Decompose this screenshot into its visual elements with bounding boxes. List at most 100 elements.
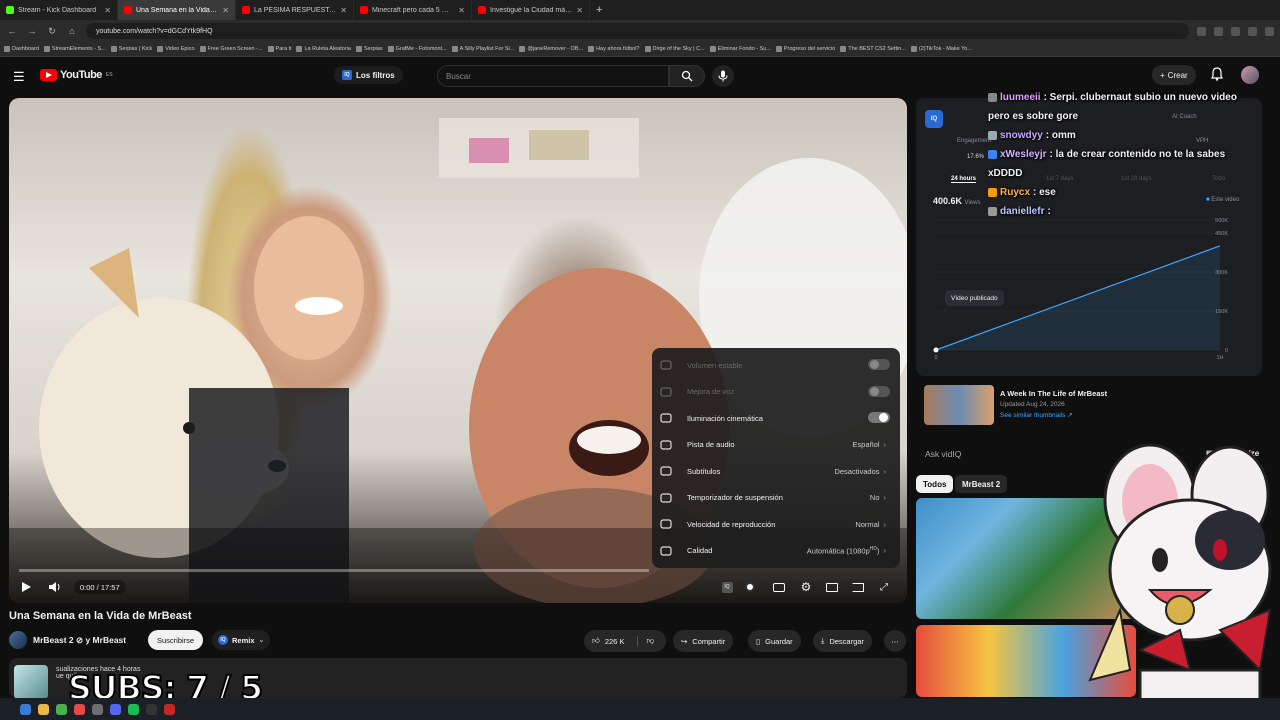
reload-icon[interactable]: ↻ [46,26,58,37]
bookmark-item[interactable]: @janeRemover - OB... [519,46,583,52]
vidiq-player-button[interactable]: IQ [720,580,734,594]
close-icon[interactable]: ✕ [340,6,347,15]
bookmark-favicon [43,46,50,52]
remix-button[interactable]: IQ Remix ⌄ [212,630,271,650]
menu-hamburger-icon[interactable]: ☰ [13,69,25,85]
download-button[interactable]: ⤓ Descargar [813,630,872,652]
vidiq-logo[interactable]: IQ [925,110,943,128]
profile-icon[interactable] [1248,26,1257,36]
browser-tab[interactable]: Minecraft pero cada 5 minutos ✕ [354,0,472,20]
play-button[interactable] [18,579,34,595]
browser-tab[interactable]: La PÉSIMA RESPUESTA de JWU ✕ [236,0,354,20]
app-icon[interactable] [92,703,103,715]
spotify-icon[interactable] [128,703,139,715]
settings-row[interactable]: Pista de audio Español › [652,433,900,457]
create-button[interactable]: + Crear [1152,65,1196,85]
forward-icon[interactable]: → [26,26,38,36]
chat-username: xWesleyjr [1000,149,1047,160]
bookmark-item[interactable]: Serpias [355,46,383,52]
filters-button[interactable]: IQ Los filtros [334,66,403,84]
settings-row[interactable]: Velocidad de reproducción Normal › [652,512,900,536]
progress-bar[interactable] [19,569,649,572]
bookmark-star-icon[interactable] [1231,26,1240,36]
account-avatar[interactable] [1241,66,1259,84]
subscribe-button[interactable]: Suscribirse [148,630,204,650]
extension-icon[interactable] [1214,26,1223,36]
settings-row[interactable]: Temporizador de suspensión No › [652,486,900,510]
start-icon[interactable] [20,703,31,715]
thumbs-down-icon[interactable]: 👎︎ [637,636,654,646]
close-icon[interactable]: ✕ [458,6,465,15]
fullscreen-button[interactable]: ⤢ [877,580,891,594]
settings-row[interactable]: Volumen estable [652,353,900,377]
browser-tab[interactable]: Una Semana en la Vida de MrBeast ✕ [118,0,236,20]
close-icon[interactable]: ✕ [104,6,111,15]
settings-row[interactable]: Mejora de voz [652,380,900,404]
notifications-bell-icon[interactable] [1211,67,1223,81]
bookmark-item[interactable]: Free Green Screen -... [199,46,263,52]
settings-row[interactable]: Calidad Automática (1080pHD) › [652,539,900,563]
youtube-logo[interactable]: YouTube ES [40,69,113,81]
browser-tab[interactable]: Stream - Kick Dashboard ✕ [0,0,118,20]
autoplay-toggle[interactable] [743,580,757,594]
bookmark-item[interactable]: Eliminar Fondo - Su... [709,46,771,52]
chrome-icon[interactable] [56,703,67,715]
settings-toggle[interactable] [868,385,890,397]
cast-button[interactable] [851,580,865,594]
settings-toggle[interactable] [868,412,890,423]
channel-name[interactable]: MrBeast 2 ⊘ y MrBeast [33,635,126,646]
back-icon[interactable]: ← [6,26,18,36]
close-icon[interactable]: ✕ [222,6,229,15]
file-explorer-icon[interactable] [38,703,49,715]
url-field[interactable]: youtube.com/watch?v=dGCdYtk9fHQ [86,23,1189,39]
engagement-tab[interactable]: Engagement [957,138,991,144]
browser-tab[interactable]: Investigué la Ciudad más Obes ✕ [472,0,590,20]
bookmark-item[interactable]: Dirge of the Sky | C... [644,46,705,52]
settings-row[interactable]: Subtítulos Desactivados › [652,459,900,483]
chip-todos[interactable]: Todos [916,475,954,493]
menu-dots-icon[interactable] [1265,26,1274,36]
obs-icon[interactable] [146,703,157,715]
bookmark-item[interactable]: Serpias | Kick [110,46,152,52]
settings-row[interactable]: Iluminación cinemática [652,406,900,430]
share-button[interactable]: ↪ Compartir [673,630,734,652]
home-icon[interactable]: ⌂ [66,26,78,36]
subtitles-button[interactable] [772,580,786,594]
search-button[interactable] [669,65,705,87]
bookmark-item[interactable]: La Ruleta Aleatoria [296,46,351,52]
settings-toggle[interactable] [868,359,890,370]
settings-button[interactable]: ⚙ [799,580,813,594]
range-24h-tab[interactable]: 24 hours [951,176,977,183]
recommended-title[interactable]: A Week In The Life of MrBeast [1000,389,1107,398]
channel-avatar[interactable] [9,631,27,649]
bookmark-item[interactable]: (2)TikTok - Make Yo... [910,46,972,52]
extension-icon[interactable] [1197,26,1206,36]
search-input[interactable]: Buscar [437,65,669,87]
app-icon[interactable] [164,703,175,715]
discord-icon[interactable] [110,703,121,715]
chip-mrbeast2[interactable]: MrBeast 2 [955,475,1008,493]
bookmark-item[interactable]: GrafMe - Fotomont... [387,46,447,52]
voice-search-button[interactable] [712,65,734,87]
bookmark-item[interactable]: StreamElements - S... [43,46,106,52]
published-marker: Vídeo publicado [945,290,1004,306]
bookmark-item[interactable]: Video Epico [157,46,195,52]
more-actions-button[interactable]: ⋯ [884,630,906,652]
bookmark-item[interactable]: Hay ahora fútbol? [588,46,640,52]
app-icon[interactable] [74,703,85,715]
bookmark-item[interactable]: Dashboard [4,46,39,52]
volume-button[interactable] [47,579,63,595]
save-button[interactable]: ▯ Guardar [748,630,801,652]
new-tab-button[interactable]: + [590,4,608,16]
bookmark-item[interactable]: Para ti [267,46,291,52]
thumbs-up-icon[interactable]: 👍︎ [592,636,600,646]
bookmark-item[interactable]: The BEST CS2 Settin... [840,46,906,52]
like-count[interactable]: 226 K [605,637,625,646]
region-code: ES [105,72,113,78]
bookmark-item[interactable]: A Silly Playlist For Si... [451,46,514,52]
similar-thumbnails-link[interactable]: See similar thumbnails ↗ [1000,411,1073,419]
miniplayer-button[interactable] [825,580,839,594]
recommended-thumbnail[interactable] [924,385,994,425]
close-icon[interactable]: ✕ [576,6,583,15]
bookmark-item[interactable]: Progreso del servicio [775,46,835,52]
